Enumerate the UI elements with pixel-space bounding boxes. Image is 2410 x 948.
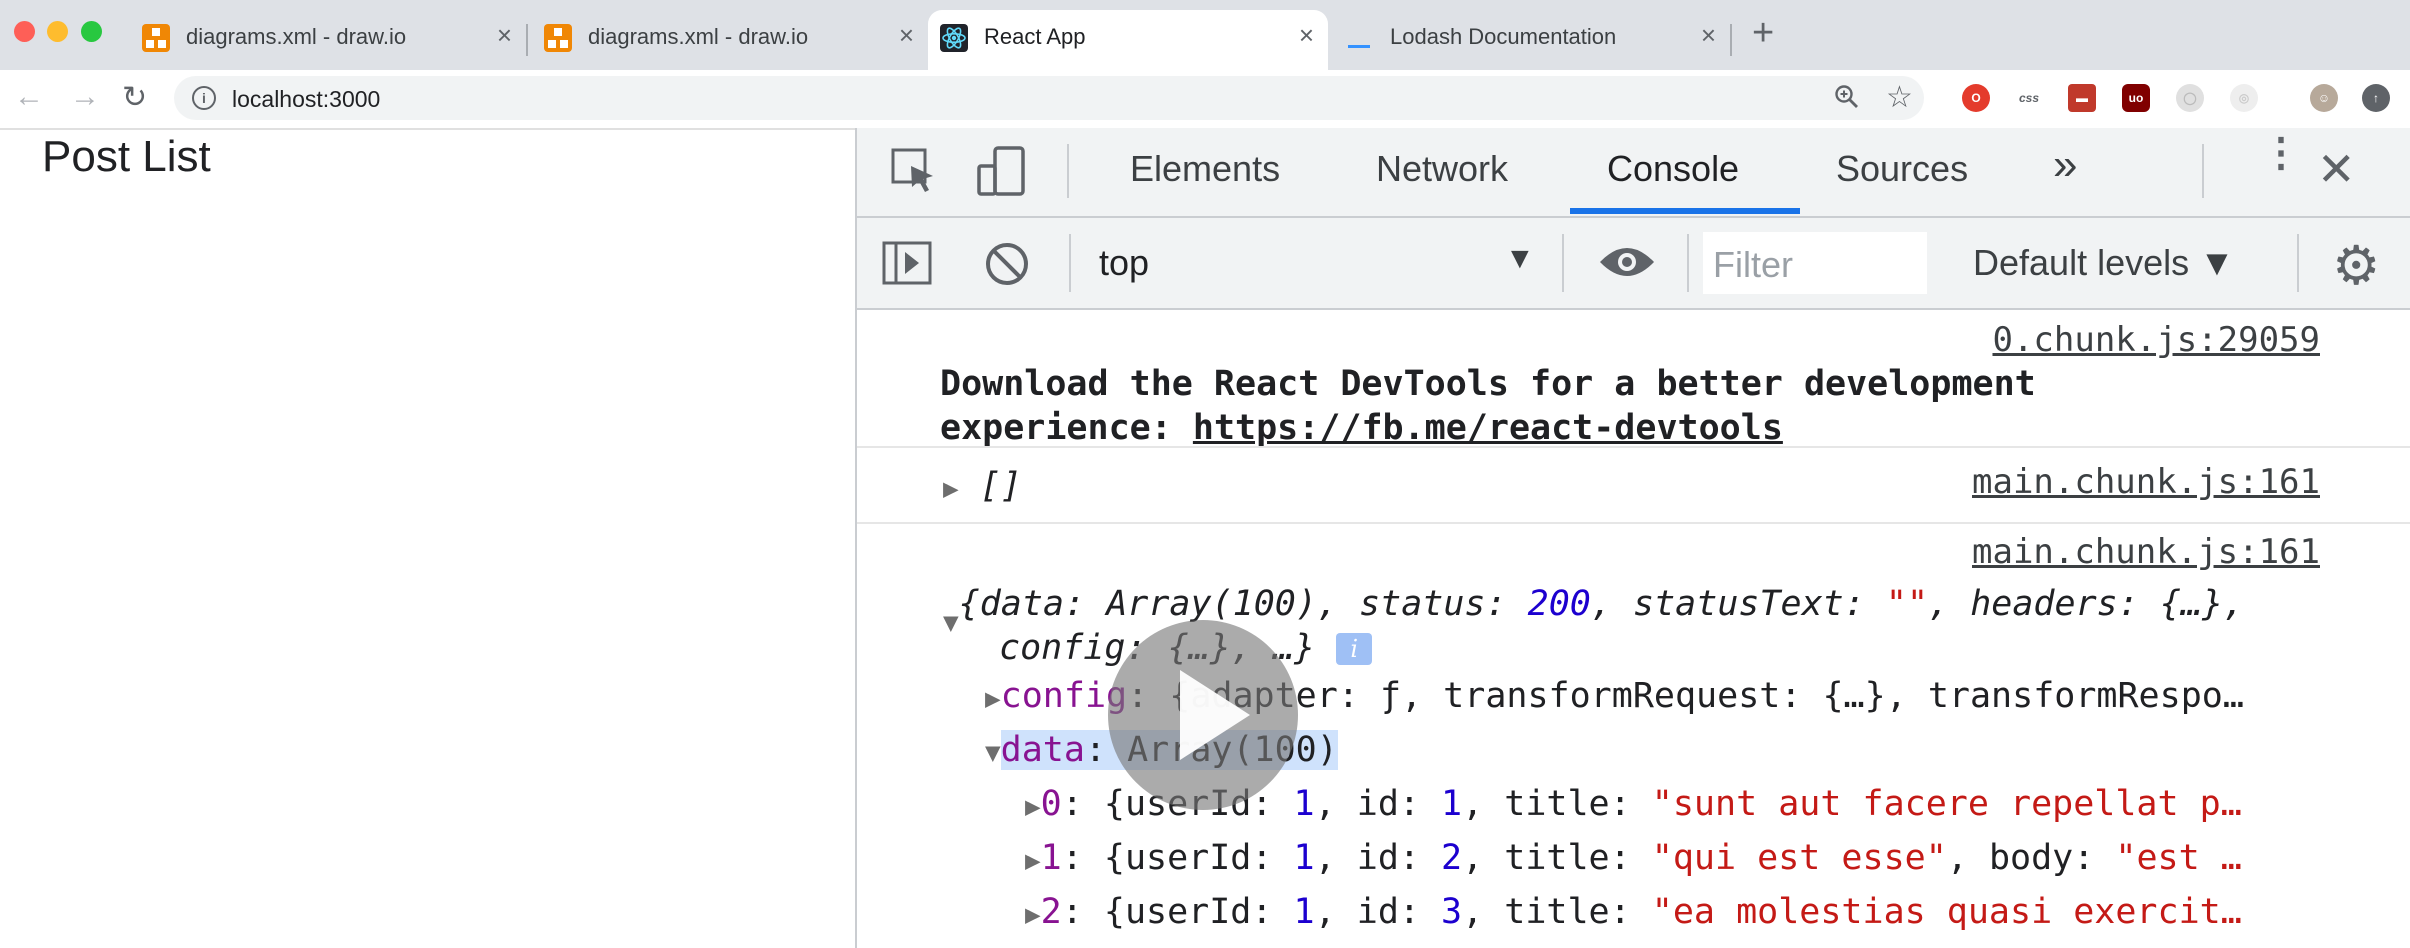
tab-close-icon[interactable]: × xyxy=(899,20,914,51)
back-icon[interactable]: ← xyxy=(14,80,44,114)
collapse-triangle-icon[interactable]: ▼ xyxy=(985,738,1001,768)
expand-triangle-icon[interactable]: ▶ xyxy=(1025,900,1041,930)
drawio-icon xyxy=(142,24,170,52)
context-selector[interactable]: top xyxy=(1099,242,1149,284)
sidebar-toggle-icon[interactable] xyxy=(881,238,933,293)
drawio-icon xyxy=(544,24,572,52)
array-item-row[interactable]: ▶2: {userId: 1, id: 3, title: "ea molest… xyxy=(1025,892,2242,932)
tab-close-icon[interactable]: × xyxy=(1701,20,1716,51)
browser-tab-lodash[interactable]: Lodash Documentation × xyxy=(1334,10,1730,70)
new-tab-button[interactable]: + xyxy=(1752,12,1774,55)
devtools-tab-bar: Elements Network Console Sources » ⋮ ✕ xyxy=(857,128,2410,218)
url-text[interactable]: localhost:3000 xyxy=(232,86,380,113)
address-toolbar: ← → ↻ i localhost:3000 ☆ O css ▬ uo ◯ ◎ … xyxy=(0,70,2410,130)
update-menu-icon[interactable]: ↑ xyxy=(2362,84,2390,112)
array-item-row[interactable]: ▶1: {userId: 1, id: 2, title: "qui est e… xyxy=(1025,838,2242,878)
devtools-panel: Elements Network Console Sources » ⋮ ✕ t… xyxy=(855,128,2410,948)
expand-triangle-icon[interactable]: ▶ xyxy=(1025,792,1041,822)
ublock-extension-icon[interactable]: uo xyxy=(2122,84,2150,112)
kebab-menu-icon[interactable]: ⋮ xyxy=(2261,133,2301,173)
response-object-summary[interactable]: ▼{data: Array(100), status: 200, statusT… xyxy=(943,584,2244,638)
tab-close-icon[interactable]: × xyxy=(1299,20,1314,51)
page-title: Post List xyxy=(42,132,211,181)
opera-extension-icon[interactable]: O xyxy=(1962,84,1990,112)
lodash-icon xyxy=(1346,24,1374,52)
expand-triangle-icon[interactable]: ▶ xyxy=(985,684,1001,714)
live-expression-eye-icon[interactable] xyxy=(1597,240,1657,289)
expand-triangle-icon[interactable]: ▶ xyxy=(1025,846,1041,876)
tab-title: diagrams.xml - draw.io xyxy=(588,24,809,49)
tab-close-icon[interactable]: × xyxy=(497,20,512,51)
site-info-icon[interactable]: i xyxy=(192,86,216,110)
console-output: 0.chunk.js:29059 Download the React DevT… xyxy=(857,310,2410,948)
toolbar-divider xyxy=(2297,234,2299,292)
clear-console-icon[interactable] xyxy=(983,240,1031,293)
disabled-extension-icon-2[interactable]: ◎ xyxy=(2230,84,2258,112)
window-close-button[interactable] xyxy=(14,21,35,42)
console-message: main.chunk.js:161 ▶ [] xyxy=(857,448,2410,524)
address-bar[interactable]: i localhost:3000 ☆ xyxy=(174,76,1924,120)
source-link[interactable]: main.chunk.js:161 xyxy=(1972,532,2320,572)
zoom-icon[interactable] xyxy=(1834,84,1860,117)
console-settings-gear-icon[interactable]: ⚙ xyxy=(2332,234,2380,297)
browser-tab-drawio-2[interactable]: diagrams.xml - draw.io × xyxy=(532,10,928,70)
console-message: 0.chunk.js:29059 Download the React DevT… xyxy=(857,310,2410,448)
close-devtools-icon[interactable]: ✕ xyxy=(2317,142,2356,196)
expandable-array[interactable]: ▶ [] xyxy=(943,466,1022,506)
filter-placeholder: Filter xyxy=(1713,244,1793,285)
filter-input[interactable]: Filter xyxy=(1703,232,1927,294)
dashboard-extension-icon[interactable]: ▬ xyxy=(2068,84,2096,112)
profile-avatar[interactable]: ☺ xyxy=(2310,84,2338,112)
device-toolbar-icon[interactable] xyxy=(975,144,1029,203)
source-link[interactable]: main.chunk.js:161 xyxy=(1972,462,2320,502)
toolbar-divider xyxy=(1687,234,1689,292)
inspect-element-icon[interactable] xyxy=(889,146,939,201)
toolbar-divider xyxy=(2202,144,2204,198)
toolbar-divider xyxy=(1562,234,1564,292)
tab-elements[interactable]: Elements xyxy=(1130,148,1280,190)
window-maximize-button[interactable] xyxy=(81,21,102,42)
console-toolbar: top ▼ Filter Default levels ▼ ⚙ xyxy=(857,218,2410,310)
active-tab-indicator xyxy=(1570,208,1800,214)
console-message: main.chunk.js:161 ▼{data: Array(100), st… xyxy=(857,524,2410,948)
toolbar-divider xyxy=(1067,144,1069,198)
browser-tab-react-app[interactable]: React App × xyxy=(928,10,1328,70)
tab-network[interactable]: Network xyxy=(1376,148,1508,190)
browser-tab-strip: diagrams.xml - draw.io × diagrams.xml - … xyxy=(0,0,2410,70)
tab-divider xyxy=(1730,24,1732,56)
forward-icon[interactable]: → xyxy=(70,80,100,114)
more-tabs-icon[interactable]: » xyxy=(2053,140,2077,190)
context-dropdown-icon[interactable]: ▼ xyxy=(1505,242,1535,276)
disabled-extension-icon[interactable]: ◯ xyxy=(2176,84,2204,112)
tab-title: React App xyxy=(984,24,1086,49)
bookmark-star-icon[interactable]: ☆ xyxy=(1886,80,1913,115)
expand-triangle-icon[interactable]: ▶ xyxy=(943,474,959,504)
react-icon xyxy=(940,24,968,52)
tab-sources[interactable]: Sources xyxy=(1836,148,1968,190)
video-play-icon[interactable] xyxy=(1108,620,1298,810)
reload-icon[interactable]: ↻ xyxy=(122,80,147,115)
tab-title: diagrams.xml - draw.io xyxy=(186,24,407,49)
toolbar-divider xyxy=(1069,234,1071,292)
tab-title: Lodash Documentation xyxy=(1390,24,1617,49)
react-devtools-link[interactable]: https://fb.me/react-devtools xyxy=(1193,408,1783,448)
source-link[interactable]: 0.chunk.js:29059 xyxy=(1992,320,2320,360)
window-minimize-button[interactable] xyxy=(47,21,68,42)
browser-tab-drawio-1[interactable]: diagrams.xml - draw.io × xyxy=(130,10,526,70)
collapse-triangle-icon[interactable]: ▼ xyxy=(943,608,959,638)
tab-divider xyxy=(526,24,528,56)
tab-console[interactable]: Console xyxy=(1607,148,1739,190)
css-extension-icon[interactable]: css xyxy=(2015,84,2043,112)
message-text: Download the React DevTools for a better… xyxy=(940,364,2036,404)
info-badge-icon[interactable]: i xyxy=(1336,633,1373,665)
message-text: experience: https://fb.me/react-devtools xyxy=(940,408,1783,448)
log-levels-dropdown[interactable]: Default levels ▼ xyxy=(1973,242,2235,284)
